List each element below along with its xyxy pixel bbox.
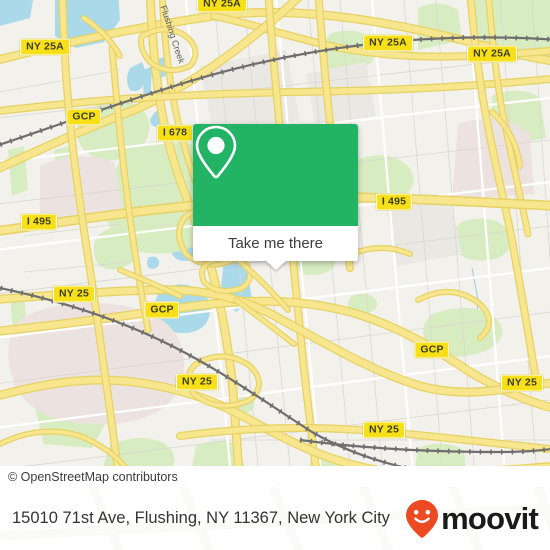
footer-bar: 15010 71st Ave, Flushing, NY 11367, New … [0, 487, 550, 550]
road-shield: NY 25 [176, 373, 218, 391]
attribution-text: © OpenStreetMap contributors [8, 469, 178, 484]
moovit-logo[interactable]: moovit [405, 499, 539, 539]
footer-content-row: 15010 71st Ave, Flushing, NY 11367, New … [0, 487, 550, 550]
road-shield: GCP [144, 301, 180, 319]
map-attribution: © OpenStreetMap contributors [0, 466, 550, 487]
take-me-there-label: Take me there [227, 235, 324, 252]
road-shield: I 495 [20, 213, 58, 231]
moovit-pin-icon [406, 499, 439, 538]
popup-header [193, 124, 358, 226]
road-shield: NY 25A [363, 34, 413, 52]
road-shield: GCP [66, 108, 102, 126]
popup-action-row[interactable]: Take me there [193, 226, 358, 261]
road-shield: I 495 [375, 193, 413, 211]
road-shield: NY 25A [467, 45, 517, 63]
road-shield: NY 25 [53, 285, 95, 303]
map-screenshot: .w { fill:#aadaea; } .pk { fill:#d8ecc2;… [0, 0, 550, 550]
road-shield: NY 25 [501, 374, 543, 392]
address-text: 15010 71st Ave, Flushing, NY 11367, New … [12, 509, 390, 527]
road-shield: NY 25A [197, 0, 247, 13]
moovit-wordmark: moovit [441, 501, 539, 536]
road-shield: I 678 [156, 124, 194, 142]
road-shield: GCP [414, 341, 450, 359]
road-shield: NY 25 [363, 421, 405, 439]
map-pin-icon [195, 125, 237, 179]
road-shield: NY 25A [20, 38, 70, 56]
map-canvas[interactable]: .w { fill:#aadaea; } .pk { fill:#d8ecc2;… [0, 0, 550, 487]
popup-pointer-tail [264, 260, 287, 270]
location-popup-card[interactable]: Take me there [193, 124, 358, 270]
